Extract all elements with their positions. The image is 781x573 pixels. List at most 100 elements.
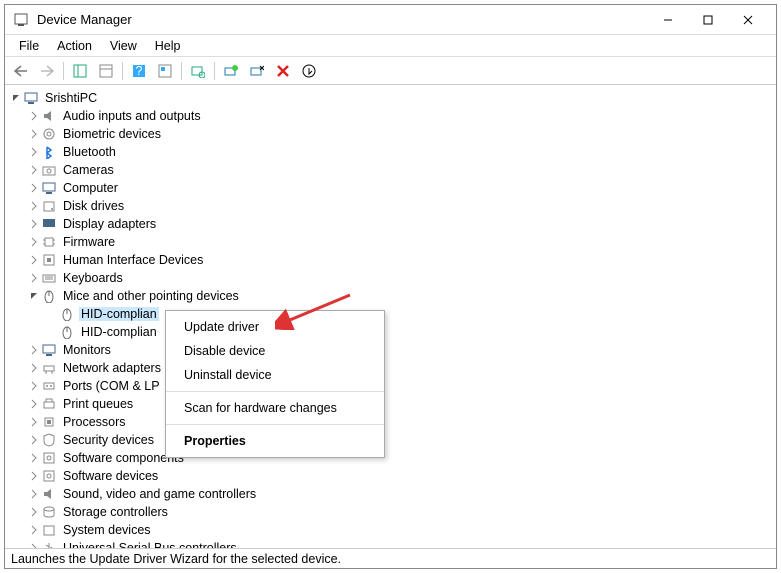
category-node[interactable]: Monitors — [9, 341, 772, 359]
category-node[interactable]: Computer — [9, 179, 772, 197]
category-node[interactable]: Display adapters — [9, 215, 772, 233]
category-node[interactable]: Software devices — [9, 467, 772, 485]
category-node[interactable]: Mice and other pointing devices — [9, 287, 772, 305]
device-node[interactable]: HID-complian — [9, 323, 772, 341]
forward-button[interactable] — [35, 60, 59, 82]
minimize-button[interactable] — [648, 5, 688, 35]
expand-arrow[interactable] — [27, 111, 41, 121]
titlebar: Device Manager — [5, 5, 776, 35]
expand-arrow[interactable] — [27, 543, 41, 548]
category-node[interactable]: Sound, video and game controllers — [9, 485, 772, 503]
category-node[interactable]: Processors — [9, 413, 772, 431]
node-label: Network adapters — [61, 361, 163, 375]
menu-view[interactable]: View — [102, 38, 145, 54]
expand-arrow[interactable] — [9, 93, 23, 103]
expand-arrow[interactable] — [27, 129, 41, 139]
network-icon — [41, 360, 57, 376]
category-node[interactable]: Cameras — [9, 161, 772, 179]
camera-icon — [41, 162, 57, 178]
tb-help[interactable]: ? — [127, 60, 151, 82]
chip-icon — [41, 234, 57, 250]
sw-icon — [41, 468, 57, 484]
expand-arrow[interactable] — [27, 471, 41, 481]
node-label: Biometric devices — [61, 127, 163, 141]
tb-scan-hardware[interactable] — [186, 60, 210, 82]
close-button[interactable] — [728, 5, 768, 35]
menu-file[interactable]: File — [11, 38, 47, 54]
expand-arrow[interactable] — [27, 453, 41, 463]
context-menu-item[interactable]: Uninstall device — [166, 363, 384, 387]
expand-arrow[interactable] — [27, 273, 41, 283]
toolbar: ? — [5, 57, 776, 85]
context-menu-item[interactable]: Update driver — [166, 315, 384, 339]
category-node[interactable]: Ports (COM & LP — [9, 377, 772, 395]
mouse-icon — [59, 324, 75, 340]
expand-arrow[interactable] — [27, 201, 41, 211]
status-text: Launches the Update Driver Wizard for th… — [11, 552, 341, 566]
node-label: Firmware — [61, 235, 117, 249]
expand-arrow[interactable] — [27, 417, 41, 427]
category-node[interactable]: Security devices — [9, 431, 772, 449]
expand-arrow[interactable] — [27, 525, 41, 535]
tb-disable[interactable] — [245, 60, 269, 82]
node-label: Security devices — [61, 433, 156, 447]
expand-arrow[interactable] — [27, 183, 41, 193]
tb-update-driver[interactable] — [219, 60, 243, 82]
expand-arrow[interactable] — [27, 291, 41, 301]
expand-arrow[interactable] — [27, 399, 41, 409]
category-node[interactable]: Network adapters — [9, 359, 772, 377]
category-node[interactable]: Firmware — [9, 233, 772, 251]
category-node[interactable]: Biometric devices — [9, 125, 772, 143]
category-node[interactable]: Audio inputs and outputs — [9, 107, 772, 125]
fingerprint-icon — [41, 126, 57, 142]
port-icon — [41, 378, 57, 394]
node-label: Keyboards — [61, 271, 125, 285]
window-title: Device Manager — [37, 12, 648, 27]
device-manager-window: Device Manager File Action View Help ? S… — [4, 4, 777, 569]
expand-arrow[interactable] — [27, 165, 41, 175]
expand-arrow[interactable] — [27, 363, 41, 373]
window-controls — [648, 5, 768, 35]
tb-show-hide-tree[interactable] — [68, 60, 92, 82]
tb-properties[interactable] — [94, 60, 118, 82]
expand-arrow[interactable] — [27, 219, 41, 229]
tb-action-icon[interactable] — [153, 60, 177, 82]
menu-action[interactable]: Action — [49, 38, 100, 54]
tb-uninstall[interactable] — [271, 60, 295, 82]
menubar: File Action View Help — [5, 35, 776, 57]
category-node[interactable]: Software components — [9, 449, 772, 467]
expand-arrow[interactable] — [27, 255, 41, 265]
expand-arrow[interactable] — [27, 345, 41, 355]
expand-arrow[interactable] — [27, 147, 41, 157]
context-menu-item[interactable]: Disable device — [166, 339, 384, 363]
node-label: Ports (COM & LP — [61, 379, 162, 393]
device-node[interactable]: HID-complian — [9, 305, 772, 323]
menu-help[interactable]: Help — [147, 38, 189, 54]
category-node[interactable]: System devices — [9, 521, 772, 539]
category-node[interactable]: Universal Serial Bus controllers — [9, 539, 772, 548]
back-button[interactable] — [9, 60, 33, 82]
node-label: Human Interface Devices — [61, 253, 205, 267]
expand-arrow[interactable] — [27, 507, 41, 517]
expand-arrow[interactable] — [27, 237, 41, 247]
category-node[interactable]: Human Interface Devices — [9, 251, 772, 269]
printer-icon — [41, 396, 57, 412]
statusbar: Launches the Update Driver Wizard for th… — [5, 548, 776, 568]
category-node[interactable]: Print queues — [9, 395, 772, 413]
expand-arrow[interactable] — [27, 435, 41, 445]
device-tree[interactable]: SrishtiPCAudio inputs and outputs Biometr… — [5, 85, 776, 548]
category-node[interactable]: Bluetooth — [9, 143, 772, 161]
keyboard-icon — [41, 270, 57, 286]
expand-arrow[interactable] — [27, 489, 41, 499]
root-node[interactable]: SrishtiPC — [9, 89, 772, 107]
tb-add-legacy[interactable] — [297, 60, 321, 82]
category-node[interactable]: Disk drives — [9, 197, 772, 215]
node-label: Software devices — [61, 469, 160, 483]
expand-arrow[interactable] — [27, 381, 41, 391]
context-menu-item[interactable]: Scan for hardware changes — [166, 396, 384, 420]
bluetooth-icon — [41, 144, 57, 160]
category-node[interactable]: Keyboards — [9, 269, 772, 287]
maximize-button[interactable] — [688, 5, 728, 35]
category-node[interactable]: Storage controllers — [9, 503, 772, 521]
context-menu-item[interactable]: Properties — [166, 429, 384, 453]
